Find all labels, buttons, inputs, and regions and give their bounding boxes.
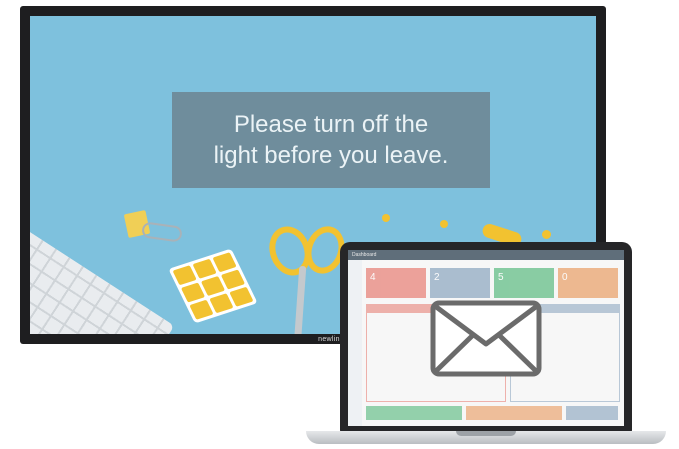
puzzle-cube-image <box>168 248 258 324</box>
pushpin-dot <box>440 220 448 228</box>
bottom-bar-1 <box>366 406 462 420</box>
pushpin-dot <box>382 214 390 222</box>
binder-clip-wire <box>141 221 183 243</box>
stat-tile-value: 0 <box>562 272 568 283</box>
stat-tile-value: 5 <box>498 272 504 283</box>
bottom-bar-2 <box>466 406 562 420</box>
message-line-1: Please turn off the <box>233 111 429 138</box>
stat-tile-4[interactable]: 0 <box>558 268 618 298</box>
scissors-blade <box>292 265 307 334</box>
stat-tile-2[interactable]: 2 <box>430 268 490 298</box>
app-sidebar <box>348 260 362 426</box>
pushpin-dot <box>542 230 551 239</box>
app-title-bar: Dashboard <box>348 250 624 260</box>
stat-tile-value: 4 <box>370 272 376 283</box>
stat-tile-value: 2 <box>434 272 440 283</box>
message-banner: Please turn off the light before you lea… <box>172 92 490 188</box>
message-line-2: light before you leave. <box>213 142 449 169</box>
bottom-bar-3 <box>566 406 618 420</box>
stat-tile-1[interactable]: 4 <box>366 268 426 298</box>
mail-envelope-icon <box>430 300 542 377</box>
stat-tile-3[interactable]: 5 <box>494 268 554 298</box>
laptop-notch <box>456 431 516 436</box>
